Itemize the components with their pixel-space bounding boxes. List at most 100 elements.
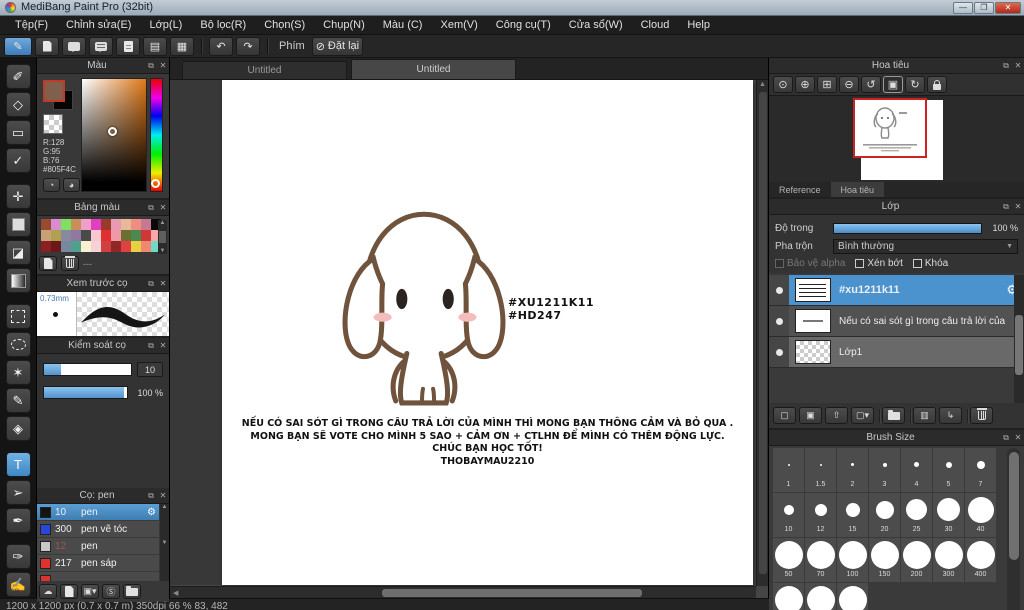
popout-icon[interactable]: ⧉ [145, 203, 157, 213]
navigator-button[interactable]: ⊖ [839, 76, 859, 93]
palette-swatch[interactable] [101, 230, 111, 241]
menu-item[interactable]: Cloud [632, 17, 679, 33]
brush-size-cell[interactable]: 10 [773, 493, 804, 537]
opacity-slider[interactable] [833, 222, 982, 234]
palette-swatch[interactable] [121, 219, 131, 230]
layer-checkbox[interactable]: Xén bớt [855, 258, 903, 269]
tool-button[interactable]: ➢ [5, 480, 31, 505]
brush-size-cell[interactable]: 1 [773, 448, 804, 492]
close-icon[interactable]: ✕ [157, 341, 169, 350]
palette-swatch[interactable] [121, 230, 131, 241]
brush-size-cell[interactable]: 30 [933, 493, 964, 537]
brush-size-cell[interactable]: 1.5 [805, 448, 836, 492]
canvas-vertical-scrollbar[interactable]: ▲ [756, 80, 768, 586]
brush-size-cell[interactable]: 2 [837, 448, 868, 492]
tool-button[interactable]: ✑ [5, 544, 31, 569]
layer-panel-button[interactable]: ↳ [939, 407, 962, 424]
palette-swatch[interactable] [71, 230, 81, 241]
palette-swatch[interactable] [61, 241, 71, 252]
undo-button[interactable]: ↶ [209, 36, 233, 56]
close-icon[interactable]: ✕ [157, 203, 169, 212]
palette-swatch[interactable] [141, 219, 151, 230]
saturation-value-picker[interactable] [81, 78, 147, 192]
layer-row[interactable]: Lớp1 ⚙ [769, 337, 1024, 368]
scroll-down-icon[interactable]: ▼ [160, 248, 166, 254]
brush-size-cell[interactable]: 300 [933, 538, 964, 582]
brush-size-cell[interactable]: 15 [837, 493, 868, 537]
menu-item[interactable]: Bộ lọc(R) [191, 17, 255, 33]
layer-list-scrollbar[interactable] [1014, 275, 1024, 403]
brush-size-cell[interactable]: 40 [965, 493, 996, 537]
navigator-button[interactable] [927, 76, 947, 93]
brush-size-value[interactable]: 10 [137, 362, 163, 377]
sv-cursor[interactable] [108, 127, 117, 136]
maximize-button[interactable]: ❐ [974, 1, 994, 14]
toolbar-button[interactable]: ✎ [4, 36, 32, 56]
blend-mode-select[interactable]: Bình thường ▼ [833, 238, 1018, 254]
brush-size-cell[interactable]: 200 [901, 538, 932, 582]
brush-size-cell[interactable]: 400 [965, 538, 996, 582]
menu-item[interactable]: Chụp(N) [314, 17, 374, 33]
palette-swatch[interactable] [91, 219, 101, 230]
reset-button[interactable]: ⊘ Đặt lại [311, 36, 364, 56]
navigator-button[interactable]: ⊕ [795, 76, 815, 93]
delete-color-button[interactable] [61, 256, 79, 271]
palette-swatch[interactable] [111, 241, 121, 252]
close-icon[interactable]: ✕ [157, 61, 169, 70]
canvas-region[interactable]: #XU1211K11 #HD247 NẾU CÓ SAI SÓT GÌ TRON… [170, 80, 768, 598]
tool-button[interactable]: ✶ [5, 360, 31, 385]
brush-size-cell[interactable]: 100 [837, 538, 868, 582]
navigator-tab[interactable]: Hoa tiêu [830, 182, 885, 197]
navigator-viewport[interactable] [853, 98, 927, 158]
menu-item[interactable]: Tệp(F) [6, 17, 57, 33]
navigator-view[interactable] [769, 96, 1024, 182]
minimize-button[interactable]: — [953, 1, 973, 14]
palette-swatch[interactable] [141, 230, 151, 241]
palette-swatch[interactable] [71, 219, 81, 230]
palette-swatch[interactable] [61, 219, 71, 230]
palette-swatch[interactable] [71, 241, 81, 252]
tool-button[interactable] [5, 268, 31, 293]
tool-button[interactable]: ◇ [5, 92, 31, 117]
layer-panel-button[interactable] [970, 407, 993, 424]
checkbox-icon[interactable] [775, 258, 784, 268]
navigator-tab[interactable]: Reference [769, 182, 831, 197]
brush-size-cell[interactable]: 3 [869, 448, 900, 492]
brush-row[interactable]: 217 pen sáp ⚙ [37, 555, 159, 572]
brush-size-scrollbar[interactable] [1007, 448, 1020, 610]
brush-size-cell[interactable]: 50 [773, 538, 804, 582]
palette-swatch[interactable] [41, 230, 51, 241]
popout-icon[interactable]: ⧉ [145, 61, 157, 71]
drawing-canvas[interactable]: #XU1211K11 #HD247 NẾU CÓ SAI SÓT GÌ TRON… [222, 80, 753, 585]
scroll-up-icon[interactable]: ▲ [757, 80, 768, 90]
brush-size-cell[interactable] [773, 583, 804, 610]
toolbar-button[interactable] [62, 36, 86, 56]
redo-button[interactable]: ↷ [236, 36, 260, 56]
navigator-button[interactable]: ⊙ [773, 76, 793, 93]
brush-size-cell[interactable]: 4 [901, 448, 932, 492]
tool-button[interactable] [5, 212, 31, 237]
palette-swatch[interactable] [61, 230, 71, 241]
tool-button[interactable]: ◪ [5, 240, 31, 265]
scroll-left-icon[interactable]: ◀ [170, 589, 181, 597]
layer-panel-button[interactable]: ▢ [773, 407, 796, 424]
brush-list-scrollbar[interactable]: ▲ ▼ [160, 504, 169, 581]
color-wheel-icon[interactable]: ◔ [43, 178, 60, 192]
palette-swatch[interactable] [121, 241, 131, 252]
brush-size-cell[interactable]: 7 [965, 448, 996, 492]
checkbox-icon[interactable] [912, 258, 922, 268]
foreground-color-swatch[interactable] [43, 80, 65, 102]
palette-swatch[interactable] [111, 230, 121, 241]
tool-button[interactable]: ✎ [5, 388, 31, 413]
close-icon[interactable]: ✕ [157, 279, 169, 288]
brush-panel-button[interactable] [123, 584, 141, 599]
canvas-horizontal-scrollbar[interactable]: ◀ [170, 586, 756, 598]
brush-row[interactable]: 12 pen ⚙ [37, 538, 159, 555]
brush-panel-button[interactable]: ☁ [39, 584, 57, 599]
layer-visibility-toggle[interactable] [769, 306, 789, 336]
menu-item[interactable]: Xem(V) [431, 17, 486, 33]
brush-opacity-slider[interactable] [43, 386, 128, 399]
brush-size-cell[interactable]: 5 [933, 448, 964, 492]
hue-slider[interactable] [150, 78, 163, 192]
brush-size-cell[interactable]: 12 [805, 493, 836, 537]
